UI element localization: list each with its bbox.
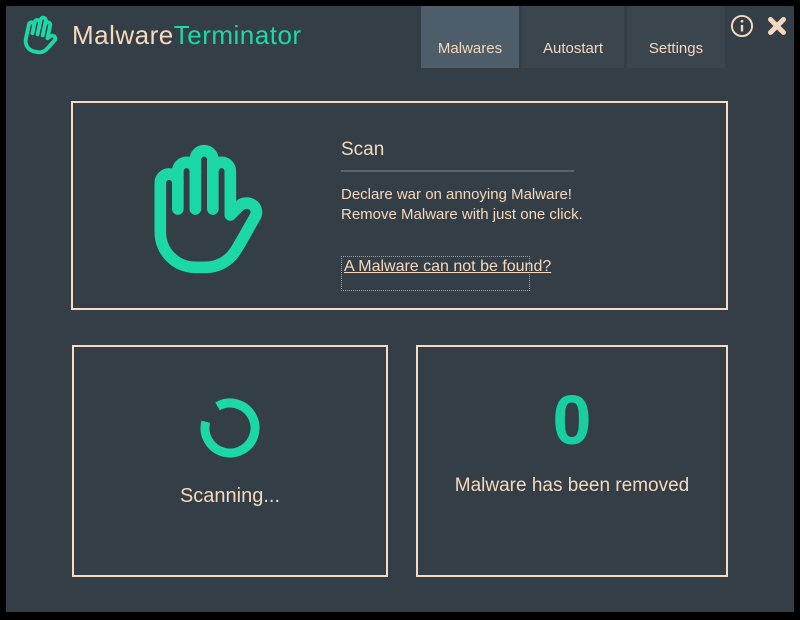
removed-panel: 0 Malware has been removed xyxy=(416,345,728,577)
removed-label: Malware has been removed xyxy=(455,475,689,497)
tab-autostart[interactable]: Autostart xyxy=(522,6,624,68)
scan-description-line2: Remove Malware with just one click. xyxy=(341,206,583,223)
scan-content: Scan Declare war on annoying Malware! Rem… xyxy=(341,103,701,308)
tab-malwares[interactable]: Malwares xyxy=(421,6,519,68)
scanning-label: Scanning... xyxy=(180,485,280,508)
app-window: MalwareTerminator Malwares Autostart Set… xyxy=(0,0,800,620)
malware-not-found-link-box[interactable]: A Malware can not be found? xyxy=(341,256,530,291)
app-title: MalwareTerminator xyxy=(72,20,302,51)
scan-divider xyxy=(341,170,574,172)
info-button[interactable] xyxy=(729,13,755,39)
scan-description: Declare war on annoying Malware! Remove M… xyxy=(341,185,701,225)
app-title-primary: Malware xyxy=(72,20,174,50)
app-title-accent: Terminator xyxy=(174,20,302,50)
tab-bar: Malwares Autostart Settings xyxy=(421,6,725,68)
tab-settings[interactable]: Settings xyxy=(627,6,725,68)
scan-hand-box xyxy=(73,103,341,308)
hand-stop-logo-icon xyxy=(16,8,67,62)
scan-heading: Scan xyxy=(341,139,701,161)
brand: MalwareTerminator xyxy=(20,12,302,58)
removed-count: 0 xyxy=(553,385,592,455)
scanning-panel: Scanning... xyxy=(72,345,388,577)
scan-panel: Scan Declare war on annoying Malware! Rem… xyxy=(71,101,728,310)
info-icon xyxy=(729,13,755,39)
scan-description-line1: Declare war on annoying Malware! xyxy=(341,186,572,203)
window-controls xyxy=(729,13,788,39)
close-icon xyxy=(766,15,788,37)
loading-spinner-icon xyxy=(199,397,261,459)
hand-stop-icon xyxy=(137,130,277,288)
malware-not-found-link[interactable]: A Malware can not be found? xyxy=(344,258,551,275)
close-button[interactable] xyxy=(766,15,788,37)
